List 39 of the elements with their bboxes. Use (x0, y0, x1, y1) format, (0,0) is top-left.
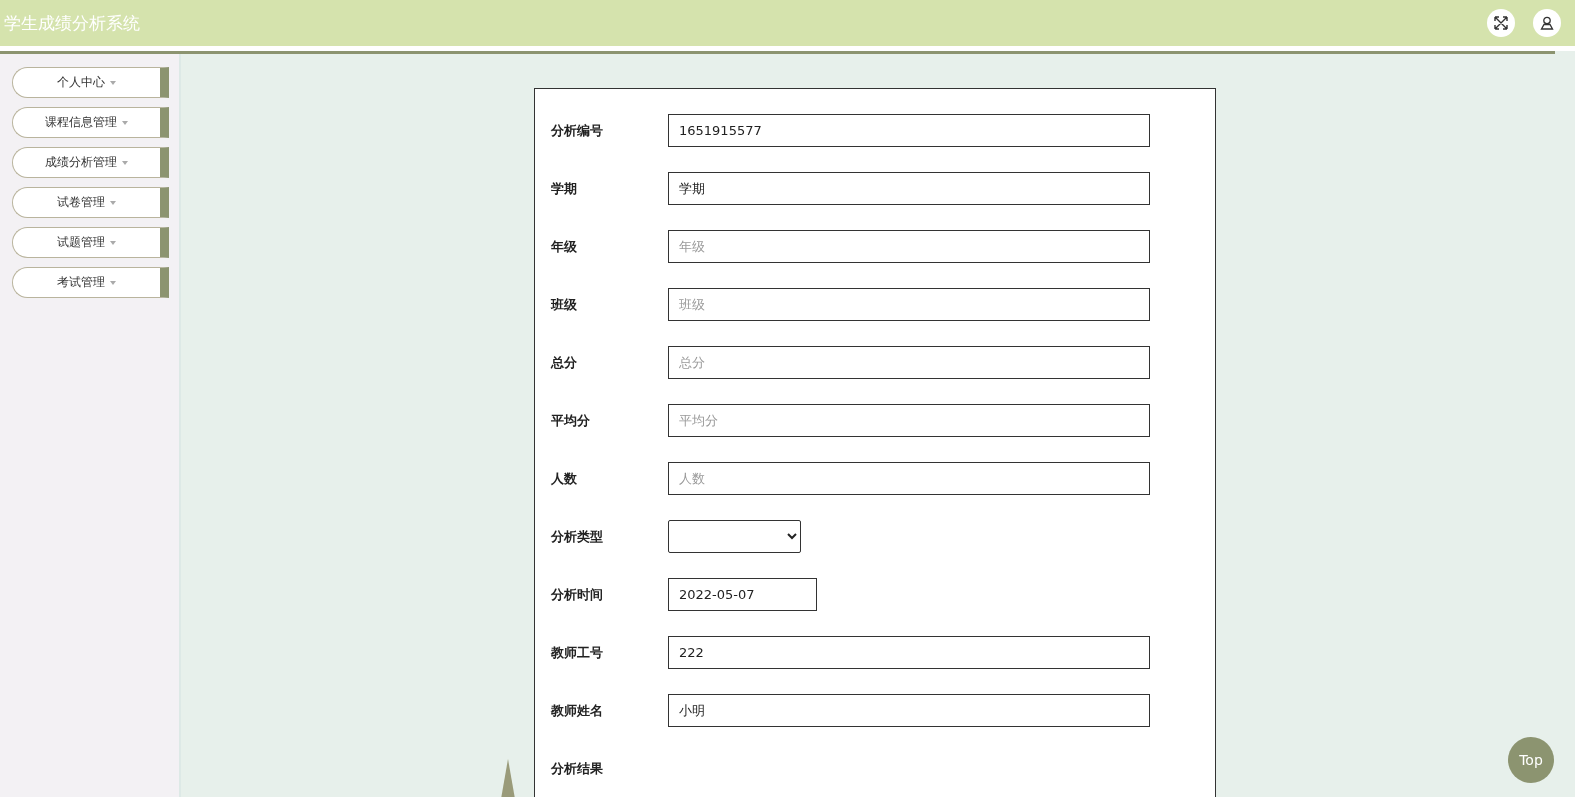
input-field[interactable]: 222 (668, 636, 1150, 669)
caret-icon (122, 160, 128, 165)
user-icon[interactable] (1533, 9, 1561, 37)
field-label: 总分 (551, 353, 578, 372)
field-label: 分析时间 (551, 585, 604, 604)
input-field[interactable]: 班级 (668, 288, 1150, 321)
caret-icon (110, 80, 116, 85)
input-field[interactable]: 学期 (668, 172, 1150, 205)
type-dropdown[interactable] (668, 520, 801, 553)
field-label: 平均分 (551, 411, 591, 430)
spike-shape (501, 759, 515, 797)
caret-icon (122, 120, 128, 125)
menu-item[interactable]: 成绩分析管理 (12, 147, 169, 178)
fullscreen-icon[interactable] (1487, 9, 1515, 37)
app-title: 学生成绩分析系统 (4, 11, 141, 35)
caret-icon (110, 200, 116, 205)
input-field[interactable]: 平均分 (668, 404, 1150, 437)
menu-item[interactable]: 个人中心 (12, 67, 169, 98)
input-field[interactable]: 总分 (668, 346, 1150, 379)
input-field[interactable]: 年级 (668, 230, 1150, 263)
menu-item[interactable]: 试题管理 (12, 227, 169, 258)
field-label: 年级 (551, 237, 578, 256)
caret-icon (110, 240, 116, 245)
field-label: 分析编号 (551, 121, 604, 140)
field-label: 教师姓名 (551, 701, 604, 720)
field-label: 分析结果 (551, 759, 604, 778)
menu-item[interactable]: 试卷管理 (12, 187, 169, 218)
field-label: 分析类型 (551, 527, 604, 546)
input-field[interactable]: 1651915577 (668, 114, 1150, 147)
caret-icon (110, 280, 116, 285)
field-label: 班级 (551, 295, 578, 314)
input-field[interactable]: 人数 (668, 462, 1150, 495)
field-label: 学期 (551, 179, 578, 198)
field-label: 教师工号 (551, 643, 604, 662)
menu-item[interactable]: 考试管理 (12, 267, 169, 298)
input-field[interactable]: 小明 (668, 694, 1150, 727)
field-label: 人数 (551, 469, 578, 488)
date-field[interactable]: 2022-05-07 (668, 578, 817, 611)
menu-item[interactable]: 课程信息管理 (12, 107, 169, 138)
